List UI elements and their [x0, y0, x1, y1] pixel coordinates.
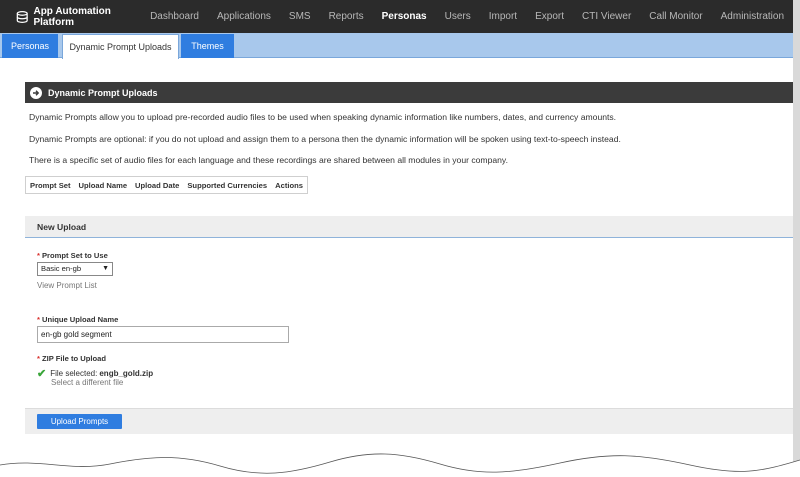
- nav-users[interactable]: Users: [436, 0, 480, 33]
- upload-name-label: * Unique Upload Name: [37, 315, 119, 324]
- tab-themes[interactable]: Themes: [181, 34, 234, 58]
- required-marker: *: [37, 354, 40, 363]
- column-supported-currencies: Supported Currencies: [187, 180, 268, 190]
- app-title: App Automation Platform: [33, 5, 111, 28]
- section-header: Dynamic Prompt Uploads: [25, 82, 793, 103]
- zip-file-label: * ZIP File to Upload: [37, 354, 106, 363]
- prompt-set-label: * Prompt Set to Use: [37, 251, 108, 260]
- language-paragraph: There is a specific set of audio files f…: [29, 155, 508, 165]
- file-selected-prefix: File selected:: [50, 369, 98, 378]
- nav-call-monitor[interactable]: Call Monitor: [640, 0, 711, 33]
- app-window: App Automation Platform Dashboard Applic…: [0, 0, 793, 477]
- nav-export[interactable]: Export: [526, 0, 573, 33]
- new-upload-title: New Upload: [37, 221, 87, 232]
- tab-personas[interactable]: Personas: [2, 34, 58, 58]
- new-upload-header: New Upload: [25, 216, 793, 238]
- nav-reports[interactable]: Reports: [320, 0, 373, 33]
- form-footer: [25, 408, 793, 434]
- description-paragraph: Dynamic Prompts allow you to upload pre-…: [29, 112, 617, 122]
- prompt-set-select[interactable]: Basic en-gb ▼: [37, 262, 113, 276]
- column-prompt-set: Prompt Set: [30, 180, 71, 190]
- column-upload-name: Upload Name: [78, 180, 128, 190]
- nav-import[interactable]: Import: [480, 0, 526, 33]
- brand[interactable]: App Automation Platform: [0, 0, 141, 33]
- column-actions: Actions: [275, 180, 303, 190]
- nav-applications[interactable]: Applications: [208, 0, 280, 33]
- checkmark-icon: ✔: [37, 368, 47, 380]
- upload-prompts-button[interactable]: Upload Prompts: [37, 414, 122, 429]
- view-prompt-list-link[interactable]: View Prompt List: [37, 281, 97, 290]
- upload-name-input[interactable]: en-gb gold segment: [37, 326, 289, 343]
- section-title: Dynamic Prompt Uploads: [48, 87, 158, 98]
- nav-dashboard[interactable]: Dashboard: [141, 0, 208, 33]
- top-navigation: App Automation Platform Dashboard Applic…: [0, 0, 793, 33]
- database-icon: [16, 10, 28, 23]
- nav-sms[interactable]: SMS: [280, 0, 320, 33]
- file-name: engb_gold.zip: [99, 369, 154, 378]
- dropdown-caret-icon: ▼: [102, 265, 109, 272]
- torn-edge: [0, 453, 800, 477]
- arrow-right-circle-icon: [30, 86, 42, 99]
- uploads-table-header: Prompt Set Upload Name Upload Date Suppo…: [25, 176, 308, 194]
- column-upload-date: Upload Date: [135, 180, 180, 190]
- required-marker: *: [37, 315, 40, 324]
- nav-cti-viewer[interactable]: CTI Viewer: [573, 0, 640, 33]
- tab-dynamic-prompt-uploads[interactable]: Dynamic Prompt Uploads: [62, 34, 179, 59]
- optional-paragraph: Dynamic Prompts are optional: if you do …: [29, 134, 621, 144]
- sub-navigation: Personas Dynamic Prompt Uploads Themes: [0, 33, 793, 59]
- required-marker: *: [37, 251, 40, 260]
- nav-personas[interactable]: Personas: [373, 0, 436, 33]
- nav-administration[interactable]: Administration: [712, 0, 793, 33]
- select-different-file-link[interactable]: Select a different file: [51, 378, 123, 386]
